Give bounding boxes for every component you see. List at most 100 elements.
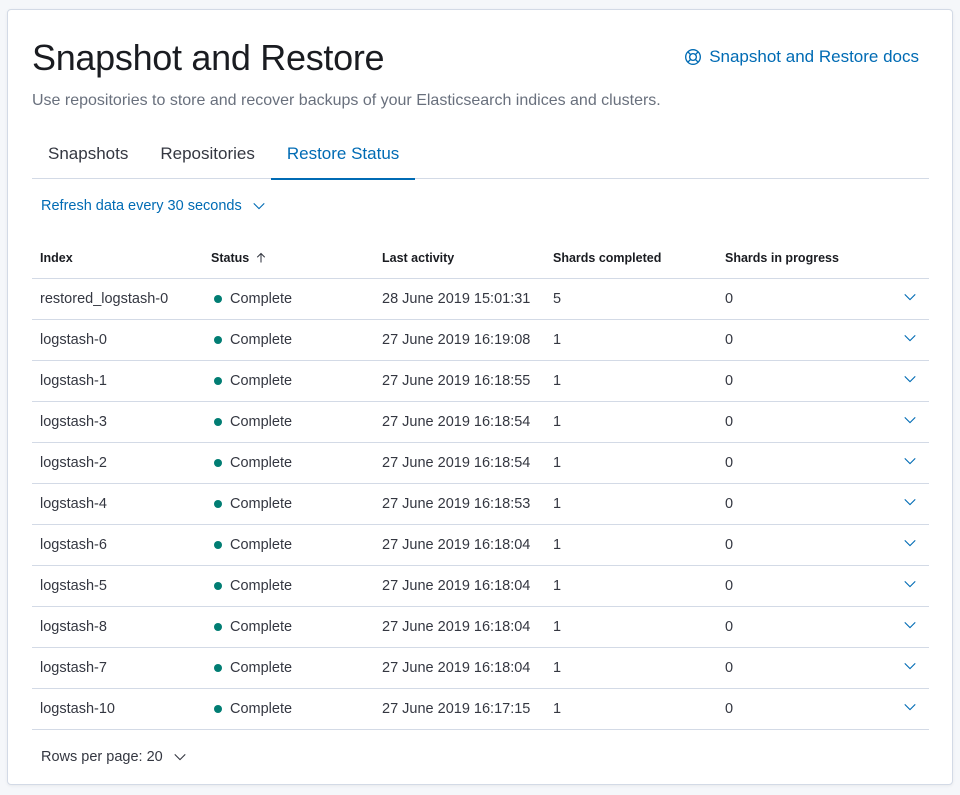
status-label: Complete: [230, 536, 293, 553]
cell-status: Complete: [203, 401, 374, 443]
cell-shards-completed: 1: [545, 524, 717, 566]
cell-shards-in-progress: 0: [717, 647, 877, 689]
chevron-down-icon[interactable]: [903, 495, 917, 509]
tab-bar: Snapshots Repositories Restore Status: [32, 138, 929, 180]
status-label: Complete: [230, 495, 293, 512]
cell-status: Complete: [203, 606, 374, 648]
page-description: Use repositories to store and recover ba…: [32, 92, 661, 109]
cell-index: logstash-0: [32, 319, 203, 361]
chevron-down-icon: [174, 753, 186, 761]
cell-last-activity: 27 June 2019 16:18:04: [374, 606, 545, 648]
refresh-interval-dropdown[interactable]: Refresh data every 30 seconds: [41, 198, 266, 214]
status-label: Complete: [230, 331, 293, 348]
cell-expand: [877, 647, 929, 689]
cell-index: logstash-8: [32, 606, 203, 648]
column-header-last-activity[interactable]: Last activity: [374, 239, 545, 279]
status-dot-icon: [214, 622, 222, 631]
table-row[interactable]: logstash-2 Complete 27 June 2019 16:18:54 1…: [32, 442, 929, 484]
cell-shards-completed: 1: [545, 688, 717, 730]
cell-shards-completed: 5: [545, 278, 717, 320]
chevron-down-icon[interactable]: [903, 454, 917, 468]
column-header-index[interactable]: Index: [32, 239, 203, 279]
cell-shards-completed: 1: [545, 647, 717, 689]
page-title: Snapshot and Restore: [32, 37, 385, 78]
status-label: Complete: [230, 290, 293, 307]
chevron-down-icon[interactable]: [903, 536, 917, 550]
status-label: Complete: [230, 700, 293, 717]
column-header-shards-in-progress[interactable]: Shards in progress: [717, 239, 877, 279]
table-row[interactable]: restored_logstash-0 Complete 28 June 2019 …: [32, 278, 929, 320]
status-label: Complete: [230, 618, 293, 635]
table-row[interactable]: logstash-4 Complete 27 June 2019 16:18:53 1…: [32, 483, 929, 525]
cell-status: Complete: [203, 565, 374, 607]
table-row[interactable]: logstash-0 Complete 27 June 2019 16:19:08 1…: [32, 319, 929, 361]
status-label: Complete: [230, 413, 293, 430]
status-dot-icon: [214, 663, 222, 672]
cell-shards-in-progress: 0: [717, 483, 877, 525]
cell-last-activity: 27 June 2019 16:18:54: [374, 442, 545, 484]
chevron-down-icon[interactable]: [903, 331, 917, 345]
chevron-down-icon[interactable]: [903, 413, 917, 427]
chevron-down-icon[interactable]: [903, 618, 917, 632]
status-dot-icon: [214, 704, 222, 713]
status-label: Complete: [230, 454, 293, 471]
tab-repositories[interactable]: Repositories: [144, 138, 271, 179]
cell-status: Complete: [203, 360, 374, 402]
cell-status: Complete: [203, 442, 374, 484]
status-dot-icon: [214, 335, 222, 344]
cell-last-activity: 27 June 2019 16:18:54: [374, 401, 545, 443]
table-row[interactable]: logstash-3 Complete 27 June 2019 16:18:54 1…: [32, 401, 929, 443]
cell-expand: [877, 401, 929, 443]
cell-last-activity: 28 June 2019 15:01:31: [374, 278, 545, 320]
cell-status: Complete: [203, 688, 374, 730]
cell-index: logstash-2: [32, 442, 203, 484]
cell-status: Complete: [203, 278, 374, 320]
cell-shards-in-progress: 0: [717, 442, 877, 484]
cell-shards-completed: 1: [545, 565, 717, 607]
table-row[interactable]: logstash-5 Complete 27 June 2019 16:18:04 1…: [32, 565, 929, 607]
cell-shards-completed: 1: [545, 401, 717, 443]
table-row[interactable]: logstash-1 Complete 27 June 2019 16:18:55 1…: [32, 360, 929, 402]
column-header-status[interactable]: Status: [203, 239, 374, 279]
rows-per-page-dropdown[interactable]: Rows per page: 20: [41, 749, 187, 765]
cell-expand: [877, 565, 929, 607]
status-label: Complete: [230, 659, 293, 676]
tab-snapshots[interactable]: Snapshots: [32, 138, 144, 179]
cell-index: restored_logstash-0: [32, 278, 203, 320]
table-row[interactable]: logstash-6 Complete 27 June 2019 16:18:04 1…: [32, 524, 929, 566]
cell-last-activity: 27 June 2019 16:17:15: [374, 688, 545, 730]
chevron-down-icon[interactable]: [903, 577, 917, 591]
status-dot-icon: [214, 294, 222, 303]
cell-last-activity: 27 June 2019 16:18:04: [374, 647, 545, 689]
cell-expand: [877, 606, 929, 648]
status-dot-icon: [214, 499, 222, 508]
column-header-shards-completed[interactable]: Shards completed: [545, 239, 717, 279]
docs-link[interactable]: Snapshot and Restore docs: [684, 47, 919, 67]
main-panel: Snapshot and Restore Snapshot and Restor…: [7, 9, 953, 785]
table-header-row: Index Status Last activity Shards comple…: [32, 239, 929, 279]
column-header-expand: [877, 239, 929, 279]
cell-shards-completed: 1: [545, 319, 717, 361]
cell-expand: [877, 688, 929, 730]
status-dot-icon: [214, 458, 222, 467]
cell-shards-in-progress: 0: [717, 401, 877, 443]
help-lifebuoy-icon: [685, 49, 702, 65]
cell-index: logstash-10: [32, 688, 203, 730]
arrow-up-icon: [257, 253, 266, 263]
chevron-down-icon[interactable]: [903, 700, 917, 714]
status-dot-icon: [214, 540, 222, 549]
chevron-down-icon[interactable]: [903, 659, 917, 673]
chevron-down-icon[interactable]: [903, 372, 917, 386]
chevron-down-icon[interactable]: [903, 290, 917, 304]
tab-restore-status[interactable]: Restore Status: [270, 138, 416, 180]
status-label: Complete: [230, 577, 293, 594]
cell-shards-completed: 1: [545, 606, 717, 648]
table-row[interactable]: logstash-7 Complete 27 June 2019 16:18:04 1…: [32, 647, 929, 689]
cell-index: logstash-6: [32, 524, 203, 566]
table-row[interactable]: logstash-10 Complete 27 June 2019 16:17:15…: [32, 688, 929, 730]
cell-last-activity: 27 June 2019 16:18:04: [374, 565, 545, 607]
cell-expand: [877, 442, 929, 484]
status-dot-icon: [214, 581, 222, 590]
cell-index: logstash-5: [32, 565, 203, 607]
table-row[interactable]: logstash-8 Complete 27 June 2019 16:18:04 1…: [32, 606, 929, 648]
